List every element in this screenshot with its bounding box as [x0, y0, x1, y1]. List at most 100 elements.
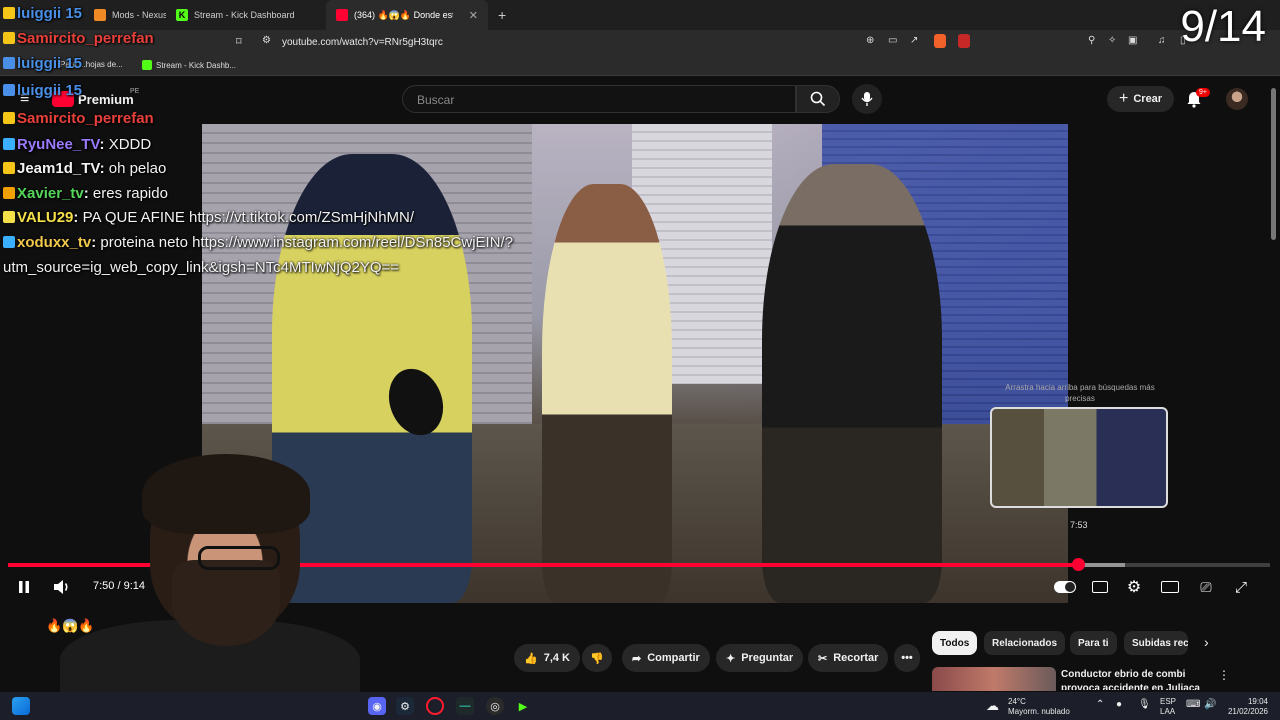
chat-message: luiggii 15 [3, 82, 82, 99]
overlay-counter: 9/14 [1180, 2, 1266, 51]
webcam-glasses [198, 546, 280, 570]
bookmark-item-kick[interactable]: Stream - Kick Dashb... [142, 60, 236, 70]
terminal-icon[interactable]: — [456, 697, 474, 715]
plus-icon: + [1119, 90, 1129, 107]
mic-tray-icon[interactable]: 🎙 [1138, 699, 1151, 710]
account-avatar[interactable] [1226, 88, 1248, 110]
new-tab-button[interactable]: + [488, 7, 516, 23]
autoplay-toggle[interactable] [1054, 577, 1076, 597]
clip-label: Recortar [833, 652, 879, 664]
chat-username: luiggii 15 [17, 55, 83, 72]
tab-mods-nexus[interactable]: Mods - Nexus [84, 0, 166, 30]
share-page-icon[interactable]: ↗ [910, 35, 918, 46]
ask-button[interactable]: ✦ Preguntar [716, 644, 804, 672]
thumbs-down-icon: 👎 [590, 652, 604, 665]
like-button[interactable]: 👍 7,4 K [514, 644, 580, 672]
progress-scrubber[interactable] [1072, 558, 1086, 571]
chevron-right-icon[interactable]: › [1204, 634, 1209, 650]
chat-text: oh pelao [108, 160, 167, 177]
bookmarks-bar: Para ...hojas de... Stream - Kick Dashb.… [0, 54, 1280, 76]
fullscreen-icon: ⤢ [1234, 578, 1247, 596]
share-button[interactable]: ➦ Compartir [622, 644, 710, 672]
sidebar-icon[interactable]: ▣ [1128, 35, 1137, 46]
media-icon[interactable]: ♫ [1158, 35, 1166, 46]
chat-username: luiggii 15 [17, 82, 83, 99]
tray-chevron-icon[interactable]: ⌃ [1096, 699, 1104, 710]
scissors-icon: ✂ [818, 652, 828, 665]
youtube-header: ≡ Premium PE Buscar + Crear 9+ [0, 78, 1280, 120]
chip-subidas-recientes[interactable]: Subidas rec [1124, 631, 1188, 655]
autoplay-toggle-icon [1054, 581, 1076, 593]
chat-separator: : [73, 209, 83, 226]
obs-icon[interactable]: ◎ [486, 697, 504, 715]
chip-para-ti[interactable]: Para ti [1070, 631, 1117, 655]
theater-icon [1161, 581, 1179, 593]
zoom-icon[interactable]: ⊕ [866, 35, 874, 46]
kick-app-icon[interactable]: ▶ [514, 697, 532, 715]
puzzle-icon[interactable]: ✧ [1108, 35, 1116, 46]
language-indicator[interactable]: ESP LAA [1160, 697, 1176, 717]
chat-message: RyuNee_TV: XDDD [3, 136, 151, 153]
network-icon[interactable]: ⌨ [1186, 699, 1200, 710]
share-icon: ➦ [632, 652, 642, 665]
gear-icon: ⚙ [1126, 579, 1142, 596]
subtitles-button[interactable] [1091, 577, 1109, 597]
close-icon[interactable]: ✕ [469, 9, 478, 22]
windows-start-icon[interactable] [12, 697, 30, 715]
recommendation-menu-icon[interactable]: ⋮ [1218, 668, 1230, 682]
speaker-icon[interactable]: 🔊 [1204, 699, 1216, 710]
subtitles-icon [1092, 581, 1108, 593]
chat-badge-icon [3, 7, 15, 19]
lang-secondary: LAA [1160, 707, 1176, 716]
recommendation-thumbnail[interactable] [932, 667, 1056, 691]
discord-icon[interactable]: ◉ [368, 697, 386, 715]
more-actions-button[interactable]: ••• [894, 644, 920, 672]
windows-taskbar [0, 692, 1280, 720]
webcam-beard [172, 560, 280, 646]
chat-username: VALU29 [17, 209, 74, 226]
tray-app-icon[interactable]: ● [1116, 699, 1122, 710]
chat-username: Xavier_tv [17, 185, 84, 202]
create-label: Crear [1133, 93, 1163, 105]
steam-icon[interactable]: ⚙ [396, 697, 414, 715]
chat-text: XDDD [108, 136, 152, 153]
brave-shield-icon[interactable] [934, 34, 946, 48]
search-input[interactable]: Buscar [402, 85, 796, 113]
clock[interactable]: 19:04 21/02/2026 [1222, 697, 1268, 717]
search-button[interactable] [796, 85, 840, 113]
opera-icon[interactable] [426, 697, 444, 715]
cast-button[interactable]: ⎚ [1196, 577, 1216, 597]
clock-time: 19:04 [1247, 697, 1268, 706]
bookmark-icon[interactable]: ⌑ [236, 35, 242, 48]
site-info-icon[interactable]: ⚙ [262, 35, 271, 46]
chat-badge-icon [3, 57, 15, 69]
tab-youtube-video[interactable]: (364) 🔥😱🔥 Donde está m ✕ [326, 0, 488, 30]
weather-widget[interactable]: 24°C Mayorm. nublado [1008, 697, 1070, 717]
page-scrollbar[interactable] [1271, 88, 1276, 240]
weather-temp: 24°C [1008, 697, 1026, 706]
chat-badge-icon [3, 236, 15, 248]
brave-rewards-icon[interactable] [958, 34, 970, 48]
create-button[interactable]: + Crear [1107, 86, 1175, 112]
fullscreen-button[interactable]: ⤢ [1232, 577, 1250, 597]
chat-message: luiggii 15 [3, 5, 82, 22]
weather-desc: Mayorm. nublado [1008, 707, 1070, 716]
chip-todos[interactable]: Todos [932, 631, 978, 655]
chat-separator: : [83, 185, 93, 202]
extensions-icon[interactable]: ⚲ [1088, 35, 1095, 46]
chat-separator: : [99, 136, 109, 153]
tab-kick-dashboard[interactable]: K Stream - Kick Dashboard [166, 0, 326, 30]
settings-button[interactable]: ⚙ [1125, 577, 1143, 597]
region-label: PE [130, 88, 140, 95]
voice-search-button[interactable] [852, 84, 882, 114]
theater-mode-button[interactable] [1160, 577, 1180, 597]
screen-icon[interactable]: ▭ [888, 35, 897, 46]
recommendation-title[interactable]: Conductor ebrio de combi provoca acciden… [1061, 668, 1211, 690]
chat-username: xoduxx_tv [17, 234, 92, 251]
chat-badge-icon [3, 84, 15, 96]
chip-relacionados[interactable]: Relacionados [984, 631, 1066, 655]
url-field[interactable]: youtube.com/watch?v=RNr5gH3tqrc [282, 37, 443, 48]
video-figure-young-man [542, 184, 672, 603]
dislike-button[interactable]: 👎 [582, 644, 612, 672]
clip-button[interactable]: ✂ Recortar [808, 644, 889, 672]
